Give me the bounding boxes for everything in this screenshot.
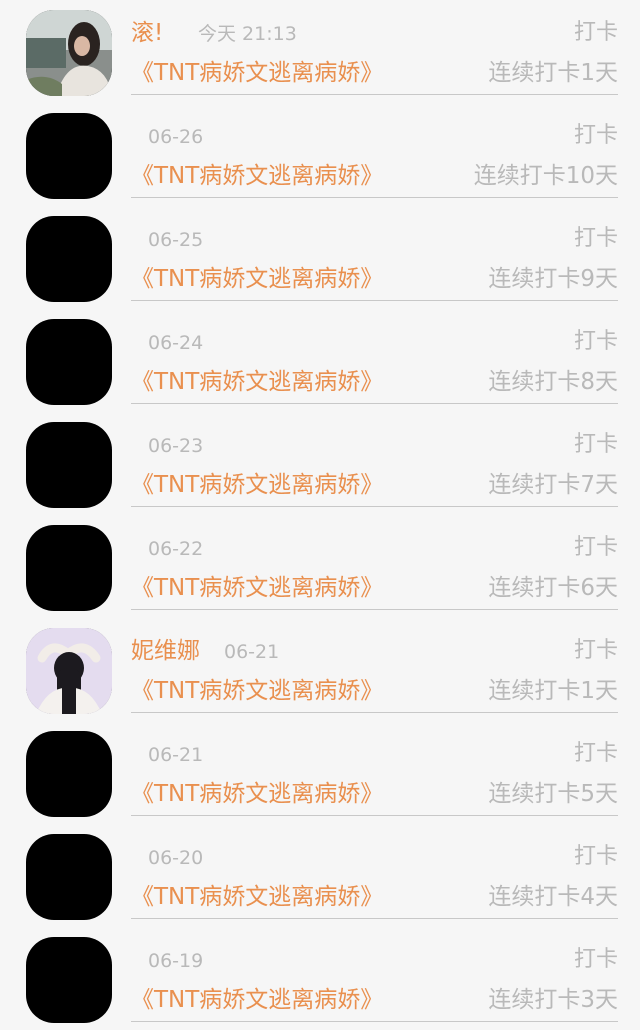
row-divider bbox=[131, 815, 618, 816]
streak-count: 连续打卡7天 bbox=[488, 472, 618, 498]
streak-count: 连续打卡10天 bbox=[473, 163, 618, 189]
book-title-link[interactable]: 《TNT病娇文逃离病娇》 bbox=[131, 263, 383, 295]
checkin-label: 打卡 bbox=[573, 535, 618, 560]
checkin-entry[interactable]: 滚! 今天 21:13 打卡 《TNT病娇文逃离病娇》 连续打卡1天 bbox=[0, 0, 640, 103]
streak-count: 连续打卡1天 bbox=[488, 678, 618, 704]
checkin-label: 打卡 bbox=[573, 741, 618, 766]
row-divider bbox=[131, 918, 618, 919]
checkin-time: 06-25 bbox=[148, 229, 204, 251]
checkin-label: 打卡 bbox=[573, 432, 618, 457]
checkin-label: 打卡 bbox=[573, 226, 618, 251]
user-name[interactable]: 妮维娜 bbox=[131, 636, 200, 666]
checkin-time: 06-22 bbox=[148, 538, 204, 560]
checkin-time: 今天 21:13 bbox=[198, 23, 297, 45]
user-photo-avatar[interactable] bbox=[26, 10, 112, 96]
placeholder-avatar[interactable] bbox=[26, 731, 112, 817]
checkin-time: 06-19 bbox=[148, 950, 204, 972]
placeholder-avatar[interactable] bbox=[26, 937, 112, 1023]
checkin-time: 06-24 bbox=[148, 332, 204, 354]
checkin-entry[interactable]: 06-23 打卡 《TNT病娇文逃离病娇》 连续打卡7天 bbox=[0, 412, 640, 515]
book-title-link[interactable]: 《TNT病娇文逃离病娇》 bbox=[131, 160, 383, 192]
checkin-label: 打卡 bbox=[573, 947, 618, 972]
streak-count: 连续打卡4天 bbox=[488, 884, 618, 910]
row-divider bbox=[131, 1021, 618, 1022]
streak-count: 连续打卡5天 bbox=[488, 781, 618, 807]
streak-count: 连续打卡8天 bbox=[488, 369, 618, 395]
placeholder-avatar[interactable] bbox=[26, 319, 112, 405]
book-title-link[interactable]: 《TNT病娇文逃离病娇》 bbox=[131, 572, 383, 604]
checkin-label: 打卡 bbox=[573, 638, 618, 663]
book-title-link[interactable]: 《TNT病娇文逃离病娇》 bbox=[131, 469, 383, 501]
row-divider bbox=[131, 609, 618, 610]
checkin-label: 打卡 bbox=[573, 20, 618, 45]
checkin-time: 06-21 bbox=[224, 641, 280, 663]
checkin-time: 06-21 bbox=[148, 744, 204, 766]
book-title-link[interactable]: 《TNT病娇文逃离病娇》 bbox=[131, 57, 383, 89]
row-divider bbox=[131, 197, 618, 198]
checkin-entry[interactable]: 06-26 打卡 《TNT病娇文逃离病娇》 连续打卡10天 bbox=[0, 103, 640, 206]
placeholder-avatar[interactable] bbox=[26, 216, 112, 302]
book-title-link[interactable]: 《TNT病娇文逃离病娇》 bbox=[131, 366, 383, 398]
row-divider bbox=[131, 403, 618, 404]
checkin-entry[interactable]: 06-19 打卡 《TNT病娇文逃离病娇》 连续打卡3天 bbox=[0, 927, 640, 1030]
checkin-entry[interactable]: 妮维娜 06-21 打卡 《TNT病娇文逃离病娇》 连续打卡1天 bbox=[0, 618, 640, 721]
checkin-entry[interactable]: 06-25 打卡 《TNT病娇文逃离病娇》 连续打卡9天 bbox=[0, 206, 640, 309]
checkin-entry[interactable]: 06-21 打卡 《TNT病娇文逃离病娇》 连续打卡5天 bbox=[0, 721, 640, 824]
streak-count: 连续打卡3天 bbox=[488, 987, 618, 1013]
book-title-link[interactable]: 《TNT病娇文逃离病娇》 bbox=[131, 675, 383, 707]
checkin-entry[interactable]: 06-22 打卡 《TNT病娇文逃离病娇》 连续打卡6天 bbox=[0, 515, 640, 618]
row-divider bbox=[131, 300, 618, 301]
placeholder-avatar[interactable] bbox=[26, 113, 112, 199]
checkin-time: 06-20 bbox=[148, 847, 204, 869]
placeholder-avatar[interactable] bbox=[26, 834, 112, 920]
checkin-feed: 滚! 今天 21:13 打卡 《TNT病娇文逃离病娇》 连续打卡1天 06-26… bbox=[0, 0, 640, 1027]
book-title-link[interactable]: 《TNT病娇文逃离病娇》 bbox=[131, 881, 383, 913]
checkin-label: 打卡 bbox=[573, 123, 618, 148]
checkin-time: 06-26 bbox=[148, 126, 204, 148]
row-divider bbox=[131, 506, 618, 507]
checkin-label: 打卡 bbox=[573, 844, 618, 869]
user-photo-avatar[interactable] bbox=[26, 628, 112, 714]
placeholder-avatar[interactable] bbox=[26, 422, 112, 508]
checkin-entry[interactable]: 06-20 打卡 《TNT病娇文逃离病娇》 连续打卡4天 bbox=[0, 824, 640, 927]
checkin-label: 打卡 bbox=[573, 329, 618, 354]
user-name[interactable]: 滚! bbox=[131, 18, 163, 48]
checkin-time: 06-23 bbox=[148, 435, 204, 457]
streak-count: 连续打卡1天 bbox=[488, 60, 618, 86]
book-title-link[interactable]: 《TNT病娇文逃离病娇》 bbox=[131, 984, 383, 1016]
streak-count: 连续打卡6天 bbox=[488, 575, 618, 601]
streak-count: 连续打卡9天 bbox=[488, 266, 618, 292]
row-divider bbox=[131, 94, 618, 95]
checkin-entry[interactable]: 06-24 打卡 《TNT病娇文逃离病娇》 连续打卡8天 bbox=[0, 309, 640, 412]
book-title-link[interactable]: 《TNT病娇文逃离病娇》 bbox=[131, 778, 383, 810]
placeholder-avatar[interactable] bbox=[26, 525, 112, 611]
row-divider bbox=[131, 712, 618, 713]
